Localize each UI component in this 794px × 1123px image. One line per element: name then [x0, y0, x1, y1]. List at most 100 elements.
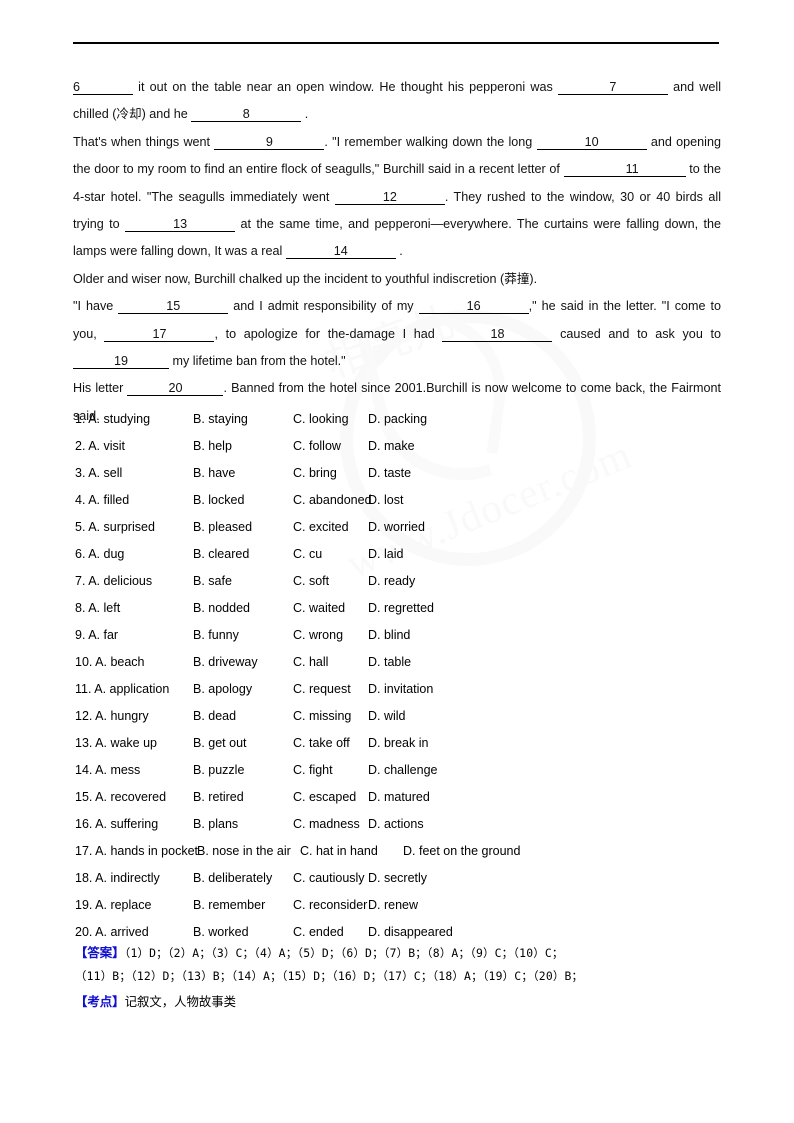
- option-c[interactable]: C. soft: [293, 574, 368, 588]
- exam-point: 【考点】记叙文，人物故事类: [75, 992, 236, 1010]
- option-c[interactable]: C. reconsider: [293, 898, 368, 912]
- blank-12[interactable]: 12: [334, 187, 445, 205]
- option-c[interactable]: C. looking: [293, 412, 368, 426]
- option-a[interactable]: 15. A. recovered: [75, 790, 193, 804]
- blank-13[interactable]: 13: [125, 214, 236, 233]
- option-c[interactable]: C. hat in hand: [300, 844, 403, 858]
- option-c[interactable]: C. cu: [293, 547, 368, 561]
- option-c[interactable]: C. cautiously: [293, 871, 368, 885]
- option-a[interactable]: 10. A. beach: [75, 655, 193, 669]
- option-a[interactable]: 9. A. far: [75, 628, 193, 642]
- option-d[interactable]: D. table: [368, 655, 411, 669]
- option-b[interactable]: B. funny: [193, 628, 293, 642]
- option-d[interactable]: D. break in: [368, 736, 428, 750]
- blank-14[interactable]: 14: [285, 241, 396, 260]
- option-a[interactable]: 7. A. delicious: [75, 574, 193, 588]
- option-b[interactable]: B. have: [193, 466, 293, 480]
- option-b[interactable]: B. help: [193, 439, 293, 453]
- option-c[interactable]: C. missing: [293, 709, 368, 723]
- option-a[interactable]: 18. A. indirectly: [75, 871, 193, 885]
- option-a[interactable]: 16. A. suffering: [75, 817, 193, 831]
- blank-19[interactable]: 19: [73, 351, 169, 370]
- option-b[interactable]: B. apology: [193, 682, 293, 696]
- option-c[interactable]: C. follow: [293, 439, 368, 453]
- option-c[interactable]: C. bring: [293, 466, 368, 480]
- option-d[interactable]: D. blind: [368, 628, 410, 642]
- option-d[interactable]: D. matured: [368, 790, 430, 804]
- option-d[interactable]: D. feet on the ground: [403, 844, 520, 858]
- blank-continuation[interactable]: [563, 159, 626, 178]
- option-d[interactable]: D. taste: [368, 466, 411, 480]
- option-a[interactable]: 5. A. surprised: [75, 520, 193, 534]
- option-c[interactable]: C. wrong: [293, 628, 368, 642]
- option-c[interactable]: C. fight: [293, 763, 368, 777]
- option-c[interactable]: C. escaped: [293, 790, 368, 804]
- option-c[interactable]: C. take off: [293, 736, 368, 750]
- option-c[interactable]: C. ended: [293, 925, 368, 939]
- option-d[interactable]: D. wild: [368, 709, 406, 723]
- option-a[interactable]: 1. A. studying: [75, 412, 193, 426]
- option-b[interactable]: B. deliberately: [193, 871, 293, 885]
- blank-6[interactable]: 6: [73, 77, 133, 95]
- option-b[interactable]: B. pleased: [193, 520, 293, 534]
- option-d[interactable]: D. lost: [368, 493, 403, 507]
- option-b[interactable]: B. locked: [193, 493, 293, 507]
- option-a[interactable]: 12. A. hungry: [75, 709, 193, 723]
- blank-17[interactable]: 17: [104, 324, 215, 342]
- answer-key-values-1: （1）D；（2）A；（3）C；（4）A；（5）D；（6）D；（7）B；（8）A；…: [124, 946, 564, 960]
- option-b[interactable]: B. dead: [193, 709, 293, 723]
- option-d[interactable]: D. regretted: [368, 601, 434, 615]
- blank-7[interactable]: 7: [557, 77, 668, 95]
- blank-16[interactable]: 16: [418, 296, 529, 315]
- option-d[interactable]: D. actions: [368, 817, 424, 831]
- option-a[interactable]: 6. A. dug: [75, 547, 193, 561]
- option-b[interactable]: B. puzzle: [193, 763, 293, 777]
- option-d[interactable]: D. make: [368, 439, 415, 453]
- option-c[interactable]: C. request: [293, 682, 368, 696]
- blank-18[interactable]: 18: [442, 324, 553, 342]
- option-c[interactable]: C. abandoned: [293, 493, 372, 507]
- option-d[interactable]: D. renew: [368, 898, 418, 912]
- option-a[interactable]: 17. A. hands in pocket: [75, 844, 198, 858]
- option-c[interactable]: C. madness: [293, 817, 368, 831]
- option-c[interactable]: C. waited: [293, 601, 368, 615]
- option-b[interactable]: B. worked: [193, 925, 293, 939]
- option-d[interactable]: D. worried: [368, 520, 425, 534]
- option-b[interactable]: B. get out: [193, 736, 293, 750]
- option-d[interactable]: D. invitation: [368, 682, 433, 696]
- option-b[interactable]: B. staying: [193, 412, 293, 426]
- option-a[interactable]: 8. A. left: [75, 601, 193, 615]
- blank-20[interactable]: 20: [127, 378, 224, 397]
- option-b[interactable]: B. nodded: [193, 601, 293, 615]
- option-b[interactable]: B. driveway: [193, 655, 293, 669]
- option-d[interactable]: D. ready: [368, 574, 415, 588]
- option-a[interactable]: 3. A. sell: [75, 466, 193, 480]
- option-b[interactable]: B. retired: [193, 790, 293, 804]
- blank-10[interactable]: 10: [536, 132, 647, 150]
- blank-8[interactable]: 8: [191, 104, 302, 123]
- option-a[interactable]: 2. A. visit: [75, 439, 193, 453]
- passage-line: That's when things went 9. "I remember w…: [73, 129, 721, 266]
- option-b[interactable]: B. remember: [193, 898, 293, 912]
- option-a[interactable]: 20. A. arrived: [75, 925, 193, 939]
- option-b[interactable]: B. safe: [193, 574, 293, 588]
- option-c[interactable]: C. excited: [293, 520, 368, 534]
- blank-9[interactable]: 9: [214, 132, 325, 150]
- blank-15[interactable]: 15: [118, 296, 229, 315]
- option-b[interactable]: B. cleared: [193, 547, 293, 561]
- option-a[interactable]: 4. A. filled: [75, 493, 193, 507]
- option-a[interactable]: 19. A. replace: [75, 898, 193, 912]
- option-d[interactable]: D. secretly: [368, 871, 427, 885]
- option-b[interactable]: B. plans: [193, 817, 293, 831]
- option-a[interactable]: 14. A. mess: [75, 763, 193, 777]
- blank-11[interactable]: 11: [625, 159, 686, 178]
- option-d[interactable]: D. laid: [368, 547, 403, 561]
- option-b[interactable]: B. nose in the air: [197, 844, 300, 858]
- option-c[interactable]: C. hall: [293, 655, 368, 669]
- option-d[interactable]: D. challenge: [368, 763, 438, 777]
- option-d[interactable]: D. disappeared: [368, 925, 453, 939]
- option-a[interactable]: 13. A. wake up: [75, 736, 193, 750]
- option-d[interactable]: D. packing: [368, 412, 427, 426]
- passage-text: .: [301, 107, 309, 122]
- option-a[interactable]: 11. A. application: [75, 682, 193, 696]
